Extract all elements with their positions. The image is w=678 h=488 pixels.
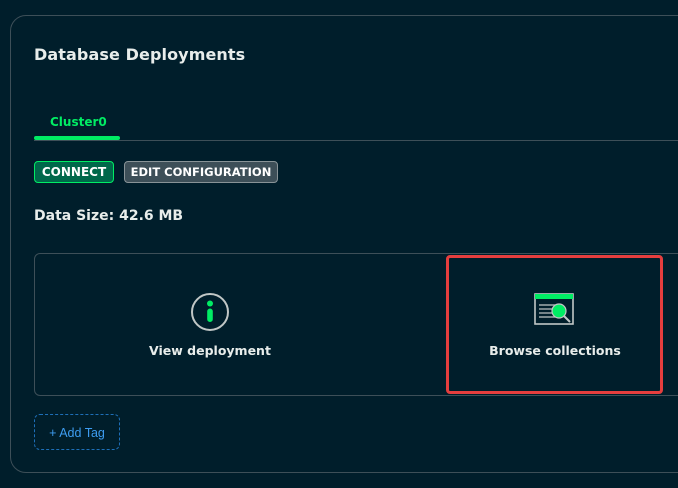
browse-collections-label: Browse collections: [489, 343, 621, 358]
connect-button[interactable]: CONNECT: [34, 161, 114, 183]
edit-configuration-button[interactable]: EDIT CONFIGURATION: [124, 161, 278, 183]
deployments-panel: [10, 15, 678, 473]
browse-collections-card[interactable]: Browse collections: [447, 254, 663, 395]
view-deployment-card[interactable]: View deployment: [35, 254, 385, 395]
collections-browser-icon: [534, 292, 576, 332]
tab-divider: [34, 140, 678, 141]
page: Database Deployments Cluster0 CONNECT ED…: [0, 0, 678, 488]
add-tag-button[interactable]: + Add Tag: [34, 414, 120, 450]
tab-cluster0[interactable]: Cluster0: [50, 115, 107, 129]
view-deployment-label: View deployment: [149, 343, 271, 358]
section-title: Database Deployments: [34, 45, 246, 64]
data-size-label: Data Size: 42.6 MB: [34, 208, 184, 224]
info-icon: [190, 292, 230, 336]
deployment-cards: View deployment Browse collections: [34, 253, 678, 396]
